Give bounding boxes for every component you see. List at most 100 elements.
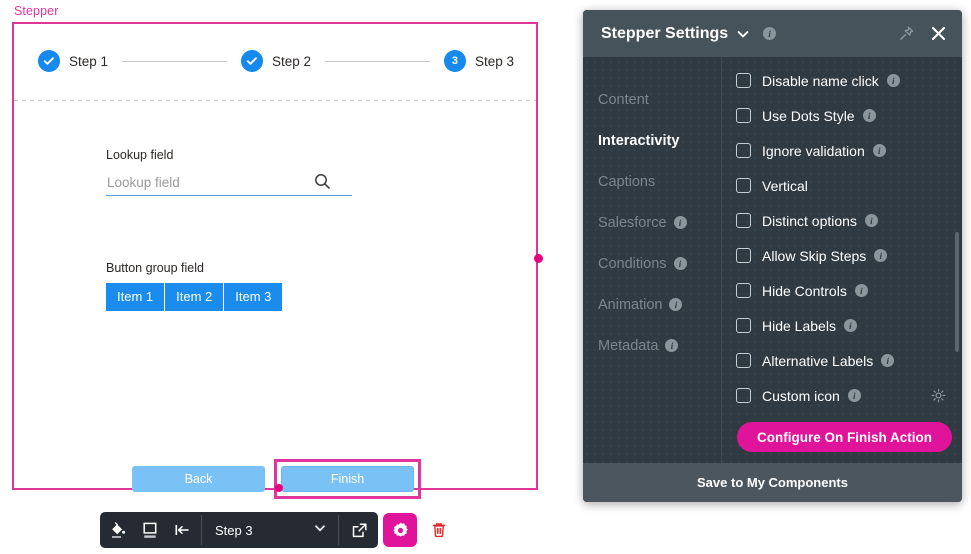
panel-tab-label: Salesforce xyxy=(598,215,667,231)
info-icon[interactable]: i xyxy=(848,389,861,402)
info-icon[interactable]: i xyxy=(674,216,687,229)
option-row: Vertical xyxy=(736,168,962,203)
step-complete-icon xyxy=(241,50,263,72)
panel-tab-metadata[interactable]: Metadata i xyxy=(583,325,721,366)
checkbox-hide-labels[interactable] xyxy=(736,318,751,333)
panel-tab-label: Content xyxy=(598,92,649,108)
button-group-item-2[interactable]: Item 2 xyxy=(165,283,224,311)
resize-handle-bottom[interactable] xyxy=(275,484,283,492)
info-icon[interactable]: i xyxy=(887,74,900,87)
border-color-icon[interactable] xyxy=(134,512,166,548)
info-icon[interactable]: i xyxy=(844,319,857,332)
panel-footer-label: Save to My Components xyxy=(697,475,848,490)
panel-tab-salesforce[interactable]: Salesforce i xyxy=(583,202,721,243)
info-icon[interactable]: i xyxy=(874,249,887,262)
resize-handle-right[interactable] xyxy=(534,254,543,263)
checkbox-hide-controls[interactable] xyxy=(736,283,751,298)
fill-color-icon[interactable] xyxy=(102,512,134,548)
checkbox-disable-name-click[interactable] xyxy=(736,73,751,88)
search-icon[interactable] xyxy=(314,173,331,195)
info-icon[interactable]: i xyxy=(873,144,886,157)
option-label: Custom icon xyxy=(762,388,840,404)
component-label: Stepper xyxy=(14,4,58,18)
checkbox-alternative-labels[interactable] xyxy=(736,353,751,368)
panel-tab-content[interactable]: Content xyxy=(583,79,721,120)
checkbox-ignore-validation[interactable] xyxy=(736,143,751,158)
option-label: Distinct options xyxy=(762,213,857,229)
back-button[interactable]: Back xyxy=(132,466,265,492)
option-row: Use Dots Style i xyxy=(736,98,962,133)
panel-tab-conditions[interactable]: Conditions i xyxy=(583,243,721,284)
option-row: Ignore validation i xyxy=(736,133,962,168)
option-row: Disable name click i xyxy=(736,63,962,98)
step-header-divider xyxy=(14,100,536,101)
panel-tab-captions[interactable]: Captions xyxy=(583,161,721,202)
configure-on-finish-action-button[interactable]: Configure On Finish Action xyxy=(737,422,952,452)
step-complete-icon xyxy=(38,50,60,72)
button-group-item-3[interactable]: Item 3 xyxy=(224,283,282,311)
toolbar-divider xyxy=(201,515,202,545)
step-select[interactable]: Step 3 xyxy=(205,512,335,548)
panel-body: Content Interactivity Captions Salesforc… xyxy=(583,57,962,463)
button-group-field: Button group field Item 1 Item 2 Item 3 xyxy=(106,261,282,311)
gear-icon[interactable] xyxy=(931,388,946,403)
panel-tab-animation[interactable]: Animation i xyxy=(583,284,721,325)
close-icon[interactable] xyxy=(929,24,948,43)
panel-header: Stepper Settings i xyxy=(583,10,962,57)
panel-options-list: Disable name click i Use Dots Style i Ig… xyxy=(722,57,962,463)
info-icon[interactable]: i xyxy=(763,27,776,40)
stepper-header: Step 1 Step 2 3 Step 3 xyxy=(14,24,536,100)
option-label: Disable name click xyxy=(762,73,879,89)
step-label: Step 2 xyxy=(272,54,311,69)
align-left-icon[interactable] xyxy=(166,512,198,548)
checkbox-use-dots-style[interactable] xyxy=(736,108,751,123)
option-row: Alternative Labels i xyxy=(736,343,962,378)
option-label: Ignore validation xyxy=(762,143,865,159)
toolbar-divider-2 xyxy=(338,515,339,545)
checkbox-vertical[interactable] xyxy=(736,178,751,193)
button-group-label: Button group field xyxy=(106,261,282,275)
option-row: Distinct options i xyxy=(736,203,962,238)
option-row: Allow Skip Steps i xyxy=(736,238,962,273)
info-icon[interactable]: i xyxy=(674,257,687,270)
step-item-1[interactable]: Step 1 xyxy=(38,50,108,72)
button-group-item-1[interactable]: Item 1 xyxy=(106,283,165,311)
info-icon[interactable]: i xyxy=(881,354,894,367)
canvas-area: Stepper Step 1 Step 2 xyxy=(0,0,560,554)
option-label: Hide Labels xyxy=(762,318,836,334)
info-icon[interactable]: i xyxy=(855,284,868,297)
checkbox-distinct-options[interactable] xyxy=(736,213,751,228)
step-number-badge: 3 xyxy=(444,50,466,72)
info-icon[interactable]: i xyxy=(863,109,876,122)
toolbar-main-group: Step 3 xyxy=(100,512,378,548)
stepper-nav-buttons: Back Finish xyxy=(132,459,421,499)
panel-tab-label: Conditions xyxy=(598,256,667,272)
finish-button[interactable]: Finish xyxy=(281,466,414,492)
chevron-down-icon[interactable] xyxy=(735,26,751,42)
panel-tab-interactivity[interactable]: Interactivity xyxy=(583,120,721,161)
step-select-value: Step 3 xyxy=(215,523,253,538)
info-icon[interactable]: i xyxy=(665,339,678,352)
option-row: Custom icon i xyxy=(736,378,962,413)
option-label: Vertical xyxy=(762,178,808,194)
trash-icon[interactable] xyxy=(422,513,456,547)
info-icon[interactable]: i xyxy=(669,298,682,311)
step-item-3[interactable]: 3 Step 3 xyxy=(444,50,514,72)
option-row: Hide Controls i xyxy=(736,273,962,308)
save-to-my-components-button[interactable]: Save to My Components xyxy=(583,463,962,502)
panel-tab-label: Metadata xyxy=(598,338,658,354)
chevron-down-icon xyxy=(313,521,327,540)
info-icon[interactable]: i xyxy=(865,214,878,227)
app-root: Stepper Step 1 Step 2 xyxy=(0,0,971,554)
pin-icon[interactable] xyxy=(898,25,915,42)
panel-scrollbar[interactable] xyxy=(955,232,959,352)
checkbox-custom-icon[interactable] xyxy=(736,388,751,403)
checkbox-allow-skip-steps[interactable] xyxy=(736,248,751,263)
step-indicator-row: Step 1 Step 2 3 Step 3 xyxy=(38,50,514,72)
gear-icon[interactable] xyxy=(383,513,417,547)
option-row: Hide Labels i xyxy=(736,308,962,343)
stepper-component-frame[interactable]: Step 1 Step 2 3 Step 3 xyxy=(12,22,538,490)
external-link-icon[interactable] xyxy=(342,512,376,548)
stepper-settings-panel: Stepper Settings i Content xyxy=(583,10,962,502)
step-item-2[interactable]: Step 2 xyxy=(241,50,311,72)
